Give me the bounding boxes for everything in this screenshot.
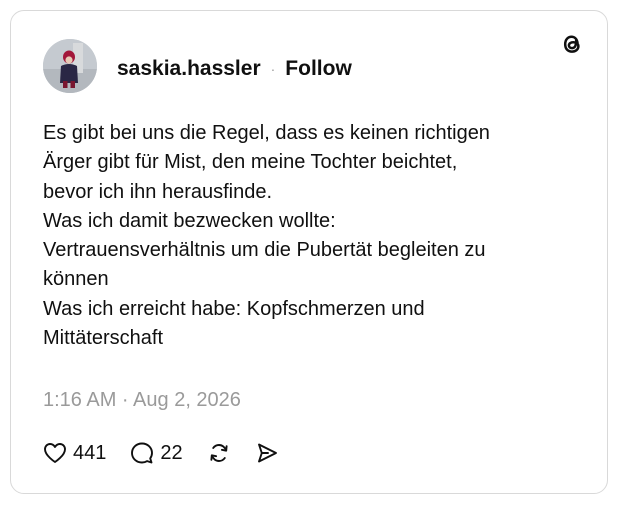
speech-bubble-icon: [131, 442, 154, 464]
post-text-line: bevor ich ihn herausfinde.: [43, 180, 273, 203]
reply-button[interactable]: 22: [130, 441, 183, 465]
username[interactable]: saskia.hassler: [117, 57, 261, 81]
post-body: Es gibt bei uns die Regel, dass es keine…: [43, 119, 583, 353]
post-text-line: Mittäterschaft: [43, 327, 164, 350]
post-timestamp[interactable]: 1:16 AM · Aug 2, 2026: [43, 389, 241, 412]
follow-button[interactable]: Follow: [285, 57, 352, 81]
avatar-photo: [43, 39, 97, 93]
like-button[interactable]: 441: [43, 442, 106, 465]
post-text-line: Ärger gibt für Mist, den meine Tochter b…: [43, 151, 458, 174]
action-bar: 441 22: [43, 439, 303, 467]
post-header: saskia.hassler · Follow: [117, 56, 352, 82]
avatar[interactable]: [43, 39, 97, 93]
repost-button[interactable]: [207, 441, 231, 465]
separator-dot: ·: [270, 61, 276, 77]
post-text-line: Vertrauensverhältnis um die Pubertät beg…: [43, 239, 486, 262]
repost-icon: [210, 444, 228, 462]
post-text-line: können: [43, 268, 109, 291]
post-text-line: Es gibt bei uns die Regel, dass es keine…: [43, 122, 490, 144]
threads-logo-icon[interactable]: [557, 29, 587, 59]
post-text-line: Was ich erreicht habe: Kopfschmerzen und: [43, 297, 425, 320]
share-button[interactable]: [255, 441, 279, 465]
reply-count: 22: [160, 441, 183, 464]
send-icon: [257, 443, 277, 463]
threads-post-card: saskia.hassler · Follow Es gibt bei uns …: [10, 10, 608, 494]
post-text-line: Was ich damit bezwecken wollte:: [43, 209, 336, 232]
heart-icon: [44, 443, 66, 463]
like-count: 441: [73, 441, 107, 464]
